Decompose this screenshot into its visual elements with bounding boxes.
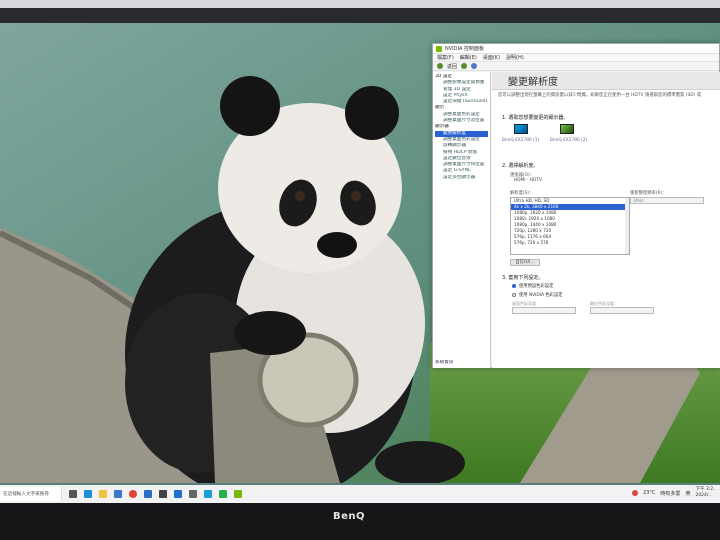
monitor-brand-logo: BenQ	[333, 511, 366, 522]
clock-date: 2024/..	[695, 493, 712, 498]
wall-background	[0, 0, 720, 8]
settings-icon[interactable]	[189, 490, 197, 498]
panda-ear-left	[220, 76, 280, 136]
radio-default-colors[interactable]: 使用預設色彩設定	[512, 283, 553, 289]
monitor-1-label[interactable]: BenQ EX2780 (1)	[502, 138, 539, 143]
clock[interactable]: 下午 3:2.. 2024/..	[695, 487, 716, 499]
line-icon[interactable]	[219, 490, 227, 498]
home-icon[interactable]	[471, 63, 478, 69]
task-view-icon[interactable]	[69, 490, 77, 498]
monitor-bezel: NVIDIA 控制面板 檔案(F) 編輯(E) 桌面(K) 說明(H) 返回 3…	[0, 0, 720, 540]
temperature[interactable]: 23°C	[643, 490, 655, 496]
system-tray: 23°C 時有多雲 英 下午 3:2.. 2024/..	[632, 487, 716, 499]
resolution-label: 解析度(S)：	[510, 191, 534, 196]
window-title-bar[interactable]: NVIDIA 控制面板	[433, 44, 719, 54]
resolution-list-scrollbar[interactable]	[625, 198, 629, 254]
menu-desktop[interactable]: 桌面(K)	[483, 54, 500, 61]
tree-item[interactable]: 調整影像設定與預覽	[435, 80, 488, 86]
refresh-rate-value: 30Hz	[633, 198, 644, 203]
panda-ear-right	[345, 86, 399, 140]
forward-arrow-icon[interactable]	[461, 63, 468, 69]
nvidia-icon[interactable]	[234, 490, 242, 498]
radio-nvidia-colors[interactable]: 使用 NVIDIA 色彩設定	[512, 292, 562, 298]
desktop-color-depth-dropdown[interactable]	[512, 307, 576, 314]
tree-item[interactable]: 設定多台顯示器	[435, 175, 488, 181]
radio-checked-icon	[512, 284, 516, 288]
weather-text[interactable]: 時有多雲	[660, 490, 680, 497]
calculator-icon[interactable]	[159, 490, 167, 498]
ie-icon[interactable]	[174, 490, 182, 498]
refresh-rate-dropdown[interactable]: 30Hz	[630, 197, 704, 204]
step2-heading: 2. 選擇解析度。	[502, 163, 539, 169]
file-explorer-icon[interactable]	[99, 490, 107, 498]
window-title: NVIDIA 控制面板	[445, 46, 484, 52]
photos-icon[interactable]	[204, 490, 212, 498]
connector-value: HDMI - HDTV	[514, 178, 542, 183]
menu-bar: 檔案(F) 編輯(E) 桌面(K) 說明(H)	[433, 54, 719, 62]
windows-taskbar: 在這裡輸入文字來搜尋 23°C 時有多雲 英 下午 3:2.. 2024/..	[0, 485, 720, 503]
refresh-rate-label: 重新整理頻率(R)：	[630, 191, 667, 196]
radio-unchecked-icon	[512, 293, 516, 297]
toolbar: 返回	[433, 62, 719, 71]
resolution-list[interactable]: Ultra HD, HD, SD 4k x 2k, 3840 x 2160 10…	[510, 197, 630, 255]
task-tree: 3D 設定 調整影像設定與預覽 管理 3D 設定 設定 PhysX 設定環繞 (…	[433, 72, 491, 368]
mail-icon[interactable]	[144, 490, 152, 498]
page-description: 您可以調整出現在螢幕上的資訊量以減少閃爍。如果您正在使用一台 HDTV 請選取您…	[498, 93, 702, 98]
panda-nose	[317, 232, 357, 258]
back-arrow-icon[interactable]	[437, 63, 443, 69]
system-info-link[interactable]: 系統資訊	[435, 360, 453, 366]
monitor-1-icon[interactable]	[514, 124, 528, 134]
monitor-2-icon[interactable]	[560, 124, 574, 134]
step1-heading: 1. 選取您想要變更的顯示器。	[502, 115, 569, 121]
radio-default-label: 使用預設色彩設定	[519, 284, 554, 289]
menu-file[interactable]: 檔案(F)	[437, 54, 454, 61]
page-title: 變更解析度	[492, 72, 720, 90]
menu-edit[interactable]: 編輯(E)	[460, 54, 477, 61]
back-button-label[interactable]: 返回	[447, 63, 457, 70]
main-panel: 變更解析度 您可以調整出現在螢幕上的資訊量以減少閃爍。如果您正在使用一台 HDT…	[492, 72, 720, 368]
screen: NVIDIA 控制面板 檔案(F) 編輯(E) 桌面(K) 說明(H) 返回 3…	[0, 23, 720, 503]
nvidia-control-panel-window[interactable]: NVIDIA 控制面板 檔案(F) 編輯(E) 桌面(K) 說明(H) 返回 3…	[432, 43, 720, 368]
menu-help[interactable]: 說明(H)	[506, 54, 524, 61]
nvidia-logo-icon	[436, 45, 442, 52]
store-icon[interactable]	[114, 490, 122, 498]
weather-icon[interactable]	[632, 490, 639, 496]
custom-resolution-button[interactable]: 自訂(U)...	[510, 259, 540, 266]
resolution-item[interactable]: 576p, 720 x 576	[511, 240, 629, 246]
monitor-2-label[interactable]: BenQ EX2780 (2)	[550, 138, 587, 143]
chrome-icon[interactable]	[129, 490, 137, 498]
radio-nvidia-label: 使用 NVIDIA 色彩設定	[519, 293, 563, 298]
edge-icon[interactable]	[84, 490, 92, 498]
output-color-depth-dropdown[interactable]	[590, 307, 654, 314]
search-placeholder: 在這裡輸入文字來搜尋	[3, 492, 49, 497]
taskbar-search-box[interactable]: 在這裡輸入文字來搜尋	[0, 487, 62, 501]
ime-indicator[interactable]: 英	[685, 490, 690, 497]
